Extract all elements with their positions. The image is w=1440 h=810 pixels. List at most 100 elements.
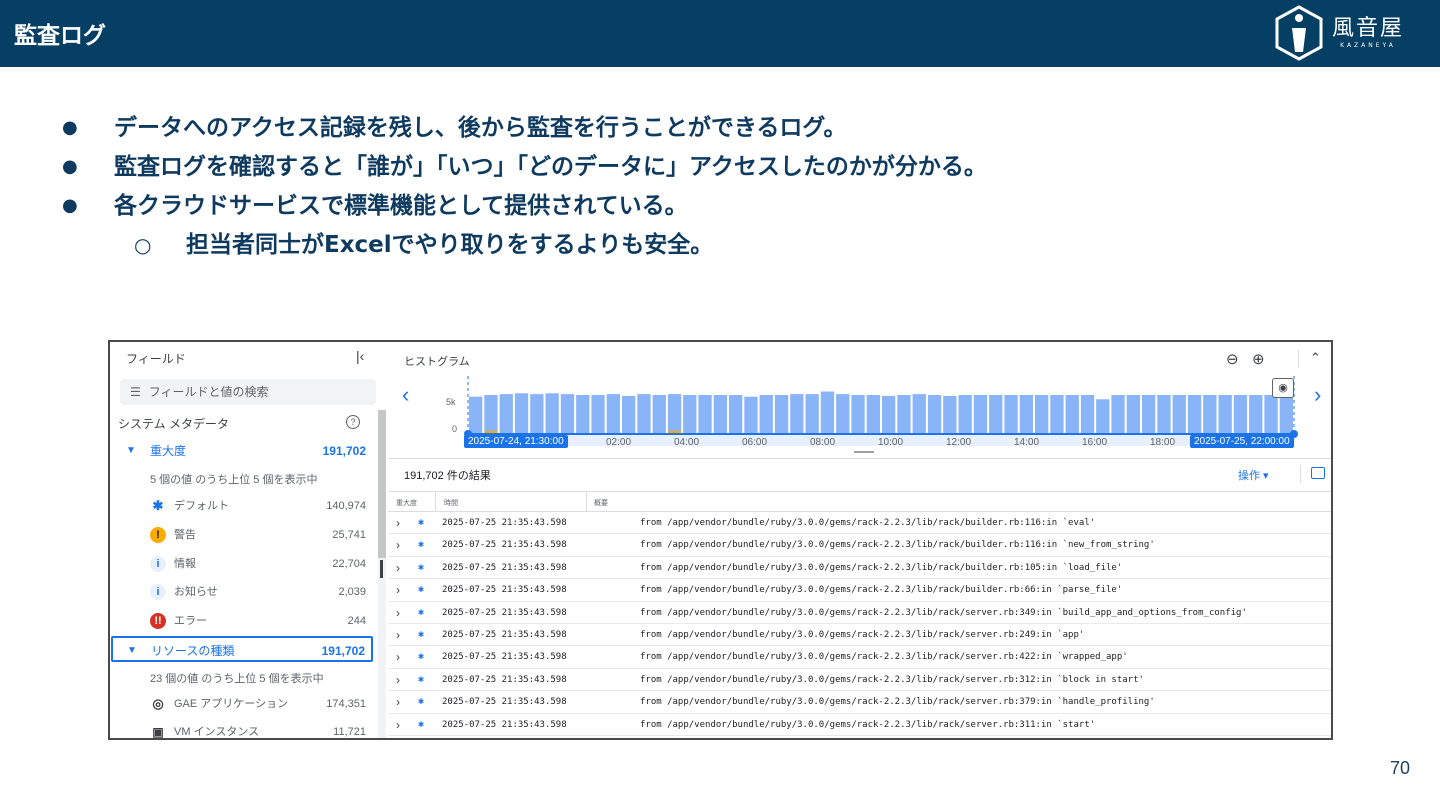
histogram-bar <box>989 395 1003 434</box>
scrollbar-thumb[interactable] <box>378 410 386 558</box>
table-row[interactable]: › ✱ 2025-07-25 21:35:43.598 from /app/vendo… <box>388 669 1331 692</box>
chevron-right-icon[interactable]: › <box>396 669 400 691</box>
histogram-bar <box>469 396 483 434</box>
histogram-bar <box>1111 395 1125 434</box>
table-row[interactable]: › ✱ 2025-07-25 21:35:43.598 from /app/vendo… <box>388 624 1331 647</box>
severity-field-row[interactable]: ▼ 重大度 191,702 <box>110 438 376 464</box>
chevron-right-icon[interactable]: › <box>1314 382 1321 408</box>
range-start-label[interactable]: 2025-07-24, 21:30:00 <box>464 435 568 448</box>
default-severity-icon: ✱ <box>418 718 425 730</box>
chevron-left-icon[interactable]: ‹ <box>402 382 409 408</box>
expand-icon[interactable] <box>1311 467 1325 479</box>
bullet-list: ● データへのアクセス記録を残し、後から監査を行うことができるログ。 ● 監査ログを… <box>62 110 987 266</box>
bullet-item: ● 監査ログを確認すると「誰が」「いつ」「どのデータに」アクセスしたのかが分かる。 <box>62 149 987 188</box>
severity-item-warning[interactable]: ! 警告 25,741 <box>150 521 366 549</box>
severity-item-notice[interactable]: i お知らせ 2,039 <box>150 578 366 606</box>
error-icon: !! <box>150 613 166 629</box>
chevron-right-icon[interactable]: › <box>396 691 400 713</box>
log-summary: from /app/vendor/bundle/ruby/3.0.0/gems/… <box>640 719 1096 730</box>
log-summary: from /app/vendor/bundle/ruby/3.0.0/gems/… <box>640 607 1247 618</box>
column-header-time[interactable]: 時間 <box>444 498 458 508</box>
collapse-panel-icon[interactable]: |‹ <box>356 348 364 364</box>
chevron-right-icon[interactable]: › <box>396 579 400 601</box>
range-end-label[interactable]: 2025-07-25, 22:00:00 <box>1190 435 1294 448</box>
tick-label: 12:00 <box>946 437 972 448</box>
scroll-position-mark <box>380 560 383 578</box>
field-search-input[interactable]: ☰ フィールドと値の検索 <box>120 379 376 405</box>
table-row[interactable]: › ✱ 2025-07-25 21:35:43.598 from /app/vendo… <box>388 512 1331 535</box>
toolbar-divider <box>1298 350 1299 368</box>
histogram-bar <box>927 395 942 434</box>
resource-item-vm[interactable]: ▣ VM インスタンス 11,721 <box>150 718 366 738</box>
eye-icon[interactable]: ◉ <box>1272 378 1294 398</box>
histogram-bar <box>820 391 835 434</box>
notice-icon: i <box>150 584 166 600</box>
bullet-item: ● データへのアクセス記録を残し、後から監査を行うことができるログ。 <box>62 110 987 149</box>
resource-note: 23 個の値 のうち上位 5 個を表示中 <box>150 673 324 685</box>
bullet-item: ● 各クラウドサービスで標準機能として提供されている。 <box>62 188 987 227</box>
caret-down-icon: ▼ <box>127 645 137 656</box>
table-row[interactable]: › ✱ 2025-07-25 21:35:43.598 from /app/vendo… <box>388 557 1331 580</box>
zoom-in-icon[interactable]: ⊕ <box>1252 350 1265 368</box>
histogram-bar <box>652 395 666 434</box>
histogram-bar <box>698 395 712 434</box>
item-count: 11,721 <box>333 726 366 738</box>
table-row[interactable]: › ✱ 2025-07-25 21:35:43.598 from /app/vendo… <box>388 646 1331 669</box>
zoom-out-icon[interactable]: ⊖ <box>1226 350 1239 368</box>
log-summary: from /app/vendor/bundle/ruby/3.0.0/gems/… <box>640 562 1123 573</box>
table-row[interactable]: › ✱ 2025-07-25 21:35:43.598 from /app/vendo… <box>388 602 1331 624</box>
chevron-right-icon[interactable]: › <box>396 624 400 646</box>
histogram-bar <box>530 394 544 434</box>
default-icon: ✱ <box>152 498 164 513</box>
chevron-right-icon[interactable]: › <box>396 534 400 556</box>
histogram-bar <box>866 395 880 434</box>
fields-panel: フィールド |‹ ☰ フィールドと値の検索 システム メタデータ ? ▼ 重大度 … <box>110 342 386 738</box>
resize-handle[interactable] <box>854 451 874 453</box>
chevron-right-icon[interactable]: › <box>396 512 400 534</box>
table-row[interactable]: › ✱ 2025-07-25 21:35:43.598 from /app/vendo… <box>388 579 1331 602</box>
histogram-bar <box>958 395 972 434</box>
logo-subtext: KAZANEYA <box>1340 42 1396 49</box>
logo-mark-icon <box>1275 5 1323 61</box>
histogram-title: ヒストグラム <box>404 356 470 368</box>
item-label: エラー <box>174 615 207 627</box>
log-summary: from /app/vendor/bundle/ruby/3.0.0/gems/… <box>640 652 1128 663</box>
page-number: 70 <box>1390 758 1411 778</box>
actions-menu-button[interactable]: 操作 ▾ <box>1238 467 1269 483</box>
resource-item-gae[interactable]: ◎ GAE アプリケーション 174,351 <box>150 690 366 718</box>
table-row[interactable]: › ✱ 2025-07-25 21:35:43.598 from /app/vendo… <box>388 534 1331 557</box>
chevron-right-icon[interactable]: › <box>396 602 400 624</box>
default-severity-icon: ✱ <box>418 673 425 685</box>
tick-label: 06:00 <box>742 437 768 448</box>
histogram-bar <box>805 394 819 434</box>
severity-count: 191,702 <box>322 444 366 458</box>
sub-bullet-item: ○ 担当者同士がExcelでやり取りをするよりも安全。 <box>62 227 987 266</box>
histogram-bar <box>774 395 789 434</box>
severity-item-info[interactable]: i 情報 22,704 <box>150 550 366 578</box>
toolbar-divider <box>1300 465 1301 483</box>
chevron-right-icon[interactable]: › <box>396 646 400 668</box>
chevron-right-icon[interactable]: › <box>396 714 400 736</box>
histogram-bar <box>1218 395 1232 434</box>
resource-type-field-row[interactable]: ▼ リソースの種類 191,702 <box>111 636 373 662</box>
column-header-severity[interactable]: 重大度 <box>396 498 417 508</box>
item-label: 情報 <box>174 558 196 570</box>
tick-label: 14:00 <box>1014 437 1040 448</box>
log-summary: from /app/vendor/bundle/ruby/3.0.0/gems/… <box>640 629 1085 640</box>
column-header-summary[interactable]: 概要 <box>594 498 608 508</box>
log-summary: from /app/vendor/bundle/ruby/3.0.0/gems/… <box>640 540 1155 551</box>
chevron-right-icon[interactable]: › <box>396 557 400 579</box>
log-timestamp: 2025-07-25 21:35:43.598 <box>442 540 567 551</box>
warning-bar-segment <box>484 431 498 433</box>
table-row[interactable]: › ✱ 2025-07-25 21:35:43.598 from /app/vendo… <box>388 714 1331 736</box>
kazaneya-logo: 風音屋 KAZANEYA <box>1272 4 1404 62</box>
histogram-bar <box>1065 395 1079 434</box>
help-icon[interactable]: ? <box>346 415 360 429</box>
collapse-histogram-icon[interactable]: ⌃ <box>1310 350 1321 366</box>
histogram-bar <box>622 395 636 434</box>
severity-item-error[interactable]: !! エラー 244 <box>150 607 366 635</box>
caret-down-icon: ▼ <box>126 445 136 456</box>
table-row[interactable]: › ✱ 2025-07-25 21:35:43.598 from /app/vendo… <box>388 691 1331 714</box>
severity-item-default[interactable]: ✱ デフォルト 140,974 <box>150 492 366 520</box>
info-icon: i <box>150 556 166 572</box>
